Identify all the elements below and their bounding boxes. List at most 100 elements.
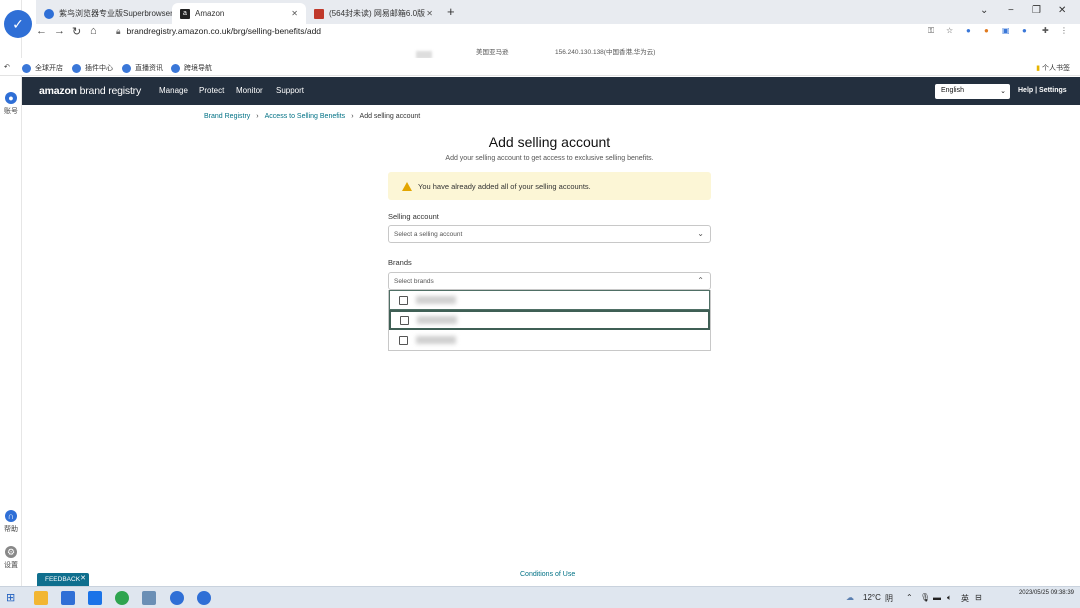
app-icon[interactable] xyxy=(142,591,156,605)
brands-placeholder: Select brands xyxy=(394,278,434,285)
superbrowser-logo[interactable]: ✓ xyxy=(4,10,32,38)
tab-superbrowser[interactable]: 紫鸟浏览器专业版Superbrowser xyxy=(36,3,172,24)
star-icon[interactable]: ☆ xyxy=(946,26,953,35)
menu-dots-icon[interactable]: ⋮ xyxy=(1060,26,1068,35)
mail-favicon-icon xyxy=(314,8,324,19)
volume-icon[interactable]: 🔈︎ xyxy=(947,593,952,603)
side-rail: ✓ ● 账号 ∩ 帮助 ⚙ 设置 xyxy=(0,0,32,586)
superbrowser-taskbar-icon[interactable] xyxy=(170,591,184,605)
breadcrumb-separator-icon: › xyxy=(256,113,259,120)
nav-protect[interactable]: Protect xyxy=(199,86,224,95)
breadcrumb-current: Add selling account xyxy=(359,113,421,120)
puzzle-icon[interactable]: ✚ xyxy=(1042,26,1049,35)
browser-tab-bar: 紫鸟浏览器专业版Superbrowser a Amazon ✕ (564封未读)… xyxy=(36,0,1080,24)
home-icon[interactable]: ⌂ xyxy=(90,25,97,37)
breadcrumb-selling-benefits[interactable]: Access to Selling Benefits xyxy=(265,113,346,120)
extension-icon[interactable]: ● xyxy=(966,26,971,35)
warning-alert: You have already added all of your selli… xyxy=(388,172,711,200)
account-icon: ● xyxy=(5,92,17,104)
plugin-icon xyxy=(72,63,81,73)
bookmark-item[interactable]: 全球开店 xyxy=(22,63,63,73)
tab-label: (564封未读) 网易邮箱6.0版 xyxy=(329,9,426,18)
windows-taskbar: ⊞ ☁ 12°C 阴 ⌃ 🎙︎ ▬ 🔈︎ 英 ⊟ 2023/05/25 09:3… xyxy=(0,586,1080,608)
amazon-header: amazon brand registry Manage Protect Mon… xyxy=(22,77,1080,105)
reload-icon[interactable]: ↻ xyxy=(72,25,81,38)
back-icon[interactable]: ← xyxy=(36,25,47,37)
address-bar: ← → ↻ ⌂ 🔒︎ brandregistry.amazon.co.uk/brg… xyxy=(36,24,1080,41)
extension-icon[interactable]: ● xyxy=(984,26,989,35)
forward-icon[interactable]: → xyxy=(54,25,65,37)
network-icon[interactable]: ▬ xyxy=(933,593,941,602)
minimize-button[interactable]: − xyxy=(1008,5,1014,16)
key-icon[interactable]: ⚿ xyxy=(928,26,934,36)
page-title: Add selling account xyxy=(488,134,611,150)
brand-option[interactable] xyxy=(389,290,710,310)
add-selling-account-form: Add selling account Add your selling acc… xyxy=(388,130,711,351)
conditions-of-use-link[interactable]: Conditions of Use xyxy=(520,571,575,578)
bookmark-item[interactable]: 插件中心 xyxy=(72,63,113,73)
selling-account-select[interactable]: Select a selling account ⌄ xyxy=(388,225,711,243)
help-link[interactable]: Help xyxy=(1018,87,1033,94)
file-explorer-icon[interactable] xyxy=(34,591,48,605)
close-tab-icon[interactable]: ✕ xyxy=(291,9,298,18)
chevron-up-icon[interactable]: ⌃ xyxy=(906,593,913,602)
close-tab-icon[interactable]: ✕ xyxy=(426,9,433,18)
ime-indicator[interactable]: 英 xyxy=(961,593,969,604)
brand-option[interactable] xyxy=(389,310,710,330)
close-window-button[interactable]: ✕ xyxy=(1058,5,1066,16)
ime-icon[interactable]: ⊟ xyxy=(975,593,982,602)
new-tab-button[interactable]: + xyxy=(447,4,455,19)
brands-select[interactable]: Select brands ⌃ xyxy=(388,272,711,290)
app-icon[interactable] xyxy=(115,591,129,605)
nav-support[interactable]: Support xyxy=(276,86,304,95)
superbrowser-taskbar-icon[interactable] xyxy=(197,591,211,605)
app-icon[interactable] xyxy=(88,591,102,605)
blurred-brand-name xyxy=(416,336,456,344)
rail-help[interactable]: ∩ 帮助 xyxy=(0,510,22,534)
restore-button[interactable]: ❐ xyxy=(1032,5,1041,16)
personal-bookmarks[interactable]: ▮ 个人书签 xyxy=(1036,63,1070,73)
tab-amazon[interactable]: a Amazon ✕ xyxy=(172,3,306,24)
close-icon[interactable]: ✕ xyxy=(80,574,86,582)
checkbox[interactable] xyxy=(400,315,409,325)
weather-temp[interactable]: 12°C xyxy=(863,593,881,602)
gear-icon: ⚙ xyxy=(5,546,17,558)
amazon-favicon-icon: a xyxy=(180,8,190,19)
chevron-up-icon: ⌃ xyxy=(697,276,704,285)
brand-registry-logo[interactable]: amazon brand registry xyxy=(39,85,141,97)
cloud-icon: ☁ xyxy=(846,593,854,602)
help-settings-links: Help | Settings xyxy=(1018,87,1067,94)
extension-icon[interactable]: ▣ xyxy=(1002,26,1010,35)
checkbox[interactable] xyxy=(399,295,408,305)
url-field[interactable]: 🔒︎ brandregistry.amazon.co.uk/brg/selling… xyxy=(116,26,321,37)
tab-search-button[interactable]: ⌄ xyxy=(980,5,988,16)
clock-date: 2023/05/25 09:38:39 xyxy=(1018,590,1074,596)
weather-text: 阴 xyxy=(885,594,893,603)
settings-link[interactable]: Settings xyxy=(1039,87,1067,94)
breadcrumb-brand-registry[interactable]: Brand Registry xyxy=(204,113,250,120)
breadcrumb: Brand Registry › Access to Selling Benefit… xyxy=(204,113,420,120)
brands-label: Brands xyxy=(388,258,412,267)
brand-option[interactable] xyxy=(389,330,710,350)
bookmark-nav-icon[interactable]: ↶ xyxy=(4,63,10,71)
language-value: English xyxy=(941,87,964,94)
app-icon[interactable] xyxy=(61,591,75,605)
language-select[interactable]: English ⌄ xyxy=(935,84,1010,99)
superbrowser-icon xyxy=(44,8,54,19)
store-country: 美国亚马逊 xyxy=(476,49,509,56)
microphone-icon[interactable]: 🎙︎ xyxy=(920,593,930,602)
rail-account[interactable]: ● 账号 xyxy=(0,92,22,116)
bookmark-item[interactable]: 跨境导航 xyxy=(171,63,212,73)
tab-netease-mail[interactable]: (564封未读) 网易邮箱6.0版 ✕ xyxy=(306,3,441,24)
feedback-button[interactable]: FEEDBACK ✕ xyxy=(37,573,89,586)
url-text: brandregistry.amazon.co.uk/brg/selling-b… xyxy=(126,26,322,36)
checkbox[interactable] xyxy=(399,335,408,345)
system-clock[interactable]: 2023/05/25 09:38:39 xyxy=(1019,589,1074,598)
nav-manage[interactable]: Manage xyxy=(159,86,188,95)
nav-monitor[interactable]: Monitor xyxy=(236,86,263,95)
start-icon[interactable]: ⊞ xyxy=(6,591,20,605)
rail-settings[interactable]: ⚙ 设置 xyxy=(0,546,22,570)
bookmarks-bar: ↶ 全球开店 插件中心 直播资讯 跨境导航 ▮ 个人书签 xyxy=(0,58,1080,76)
bookmark-item[interactable]: 直播资讯 xyxy=(122,63,163,73)
extension-icon[interactable]: ● xyxy=(1022,26,1027,35)
